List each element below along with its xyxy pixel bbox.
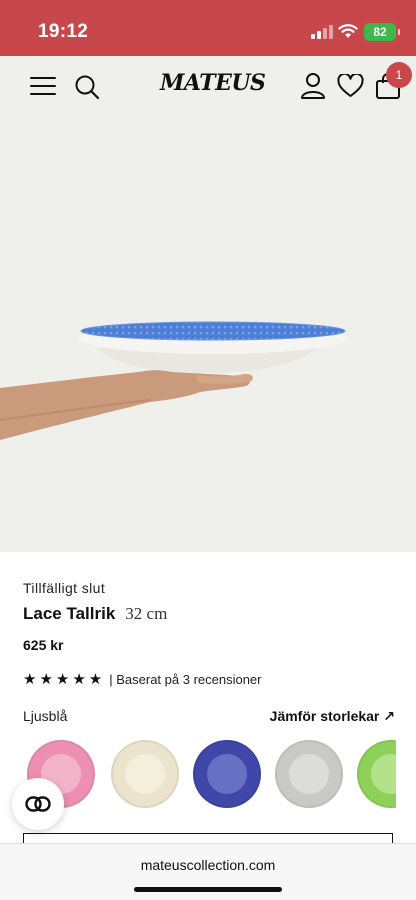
product-price: 625 kr bbox=[23, 637, 64, 653]
color-selector-header: Ljusblå Jämför storlekar ↗ bbox=[23, 708, 395, 728]
browser-address-bar[interactable]: mateuscollection.com bbox=[0, 843, 416, 900]
availability-status: Tillfälligt slut bbox=[23, 580, 106, 596]
product-rating[interactable]: ★★★★★ | Baserat på 3 recensioner bbox=[23, 670, 393, 688]
selected-color-label: Ljusblå bbox=[23, 708, 68, 724]
home-indicator bbox=[134, 887, 282, 892]
review-count[interactable]: | Baserat på 3 recensioner bbox=[109, 672, 261, 687]
product-info: Tillfälligt slut Lace Tallrik 32 cm 625 k… bbox=[23, 580, 393, 653]
signal-icon bbox=[311, 25, 333, 39]
chat-button[interactable] bbox=[12, 778, 64, 830]
rating-stars: ★★★★★ bbox=[23, 671, 106, 688]
compare-sizes-link[interactable]: Jämför storlekar ↗ bbox=[270, 708, 395, 725]
battery-indicator: 82 bbox=[364, 23, 400, 41]
search-icon[interactable] bbox=[74, 74, 100, 100]
url-text[interactable]: mateuscollection.com bbox=[0, 857, 416, 873]
color-swatch-cream[interactable] bbox=[111, 740, 179, 808]
status-bar: 19:12 82 bbox=[0, 0, 416, 56]
color-swatch-blue[interactable] bbox=[193, 740, 261, 808]
brand-logo[interactable]: MATEUS bbox=[160, 70, 266, 96]
product-size: 32 cm bbox=[125, 604, 168, 623]
product-title: Lace Tallrik bbox=[23, 604, 116, 623]
chat-icon bbox=[25, 796, 51, 812]
user-icon[interactable] bbox=[300, 72, 326, 100]
status-time: 19:12 bbox=[38, 21, 89, 42]
product-photo bbox=[0, 321, 347, 440]
color-swatch-lime[interactable] bbox=[357, 740, 396, 808]
wifi-icon bbox=[338, 23, 358, 39]
product-image-gallery[interactable] bbox=[0, 120, 416, 552]
cart-count-badge[interactable]: 1 bbox=[386, 62, 412, 88]
color-swatch-grey[interactable] bbox=[275, 740, 343, 808]
menu-icon[interactable] bbox=[30, 76, 56, 96]
heart-icon[interactable] bbox=[337, 72, 364, 98]
site-header: MATEUS bbox=[0, 56, 416, 120]
